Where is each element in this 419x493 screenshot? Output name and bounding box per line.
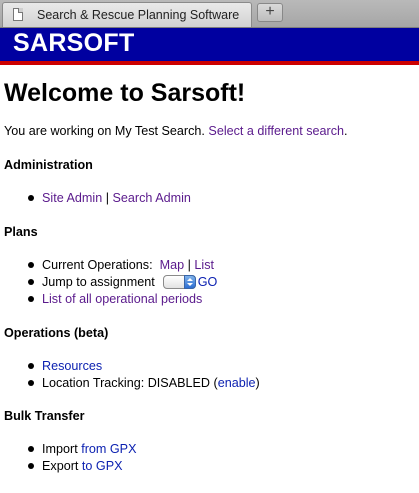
main-content: Welcome to Sarsoft! You are working on M… — [4, 78, 415, 475]
browser-tab-strip: Search & Rescue Planning Software + — [0, 0, 419, 28]
section-title-administration: Administration — [4, 158, 93, 172]
select-different-search-link[interactable]: Select a different search — [208, 124, 344, 138]
app-logo-title: SARSOFT — [13, 29, 135, 57]
tab-title: Search & Rescue Planning Software — [37, 8, 240, 22]
export-to-gpx-link[interactable]: to GPX — [82, 459, 123, 473]
export-label: Export — [42, 459, 79, 473]
operations-list: Resources Location Tracking: DISABLED (e… — [4, 358, 415, 392]
administration-list: Site Admin | Search Admin — [4, 190, 415, 207]
list-item: Resources — [28, 358, 415, 375]
current-operations-label: Current Operations: — [42, 258, 153, 272]
section-title-operations: Operations (beta) — [4, 326, 109, 340]
list-item: List of all operational periods — [28, 291, 415, 308]
assignment-select[interactable] — [162, 275, 196, 289]
resources-link[interactable]: Resources — [42, 359, 102, 373]
import-from-gpx-link[interactable]: from GPX — [81, 442, 136, 456]
list-item: Location Tracking: DISABLED (enable) — [28, 375, 415, 392]
tracking-close-paren: ) — [255, 376, 260, 390]
header-banner: SARSOFT — [0, 28, 419, 65]
section-title-plans: Plans — [4, 225, 38, 239]
list-item: Jump to assignment GO — [28, 274, 415, 291]
current-search-info: You are working on My Test Search. Selec… — [4, 123, 415, 139]
bulk-transfer-list: Import from GPX Export to GPX — [4, 441, 415, 475]
document-icon — [13, 8, 23, 21]
enable-tracking-link[interactable]: enable — [218, 376, 256, 390]
browser-tab[interactable]: Search & Rescue Planning Software — [2, 2, 252, 27]
new-tab-button[interactable]: + — [257, 3, 283, 22]
current-search-text: You are working on My Test Search. — [4, 124, 205, 138]
list-item: Export to GPX — [28, 458, 415, 475]
section-title-bulk-transfer: Bulk Transfer — [4, 409, 85, 423]
site-admin-link[interactable]: Site Admin — [42, 191, 102, 205]
jump-to-assignment-label: Jump to assignment — [42, 275, 155, 289]
operational-periods-link[interactable]: List of all operational periods — [42, 292, 202, 306]
list-link[interactable]: List — [194, 258, 214, 272]
map-link[interactable]: Map — [160, 258, 185, 272]
select-arrows-icon — [183, 275, 196, 289]
intro-period: . — [344, 124, 348, 138]
search-admin-link[interactable]: Search Admin — [112, 191, 190, 205]
import-label: Import — [42, 442, 78, 456]
location-tracking-status: Location Tracking: DISABLED ( — [42, 376, 218, 390]
plans-list: Current Operations: Map | List Jump to a… — [4, 257, 415, 308]
separator: | — [105, 191, 109, 205]
page-title: Welcome to Sarsoft! — [4, 79, 246, 107]
list-item: Import from GPX — [28, 441, 415, 458]
separator: | — [187, 258, 191, 272]
list-item: Site Admin | Search Admin — [28, 190, 415, 207]
go-link[interactable]: GO — [198, 275, 218, 289]
list-item: Current Operations: Map | List — [28, 257, 415, 274]
